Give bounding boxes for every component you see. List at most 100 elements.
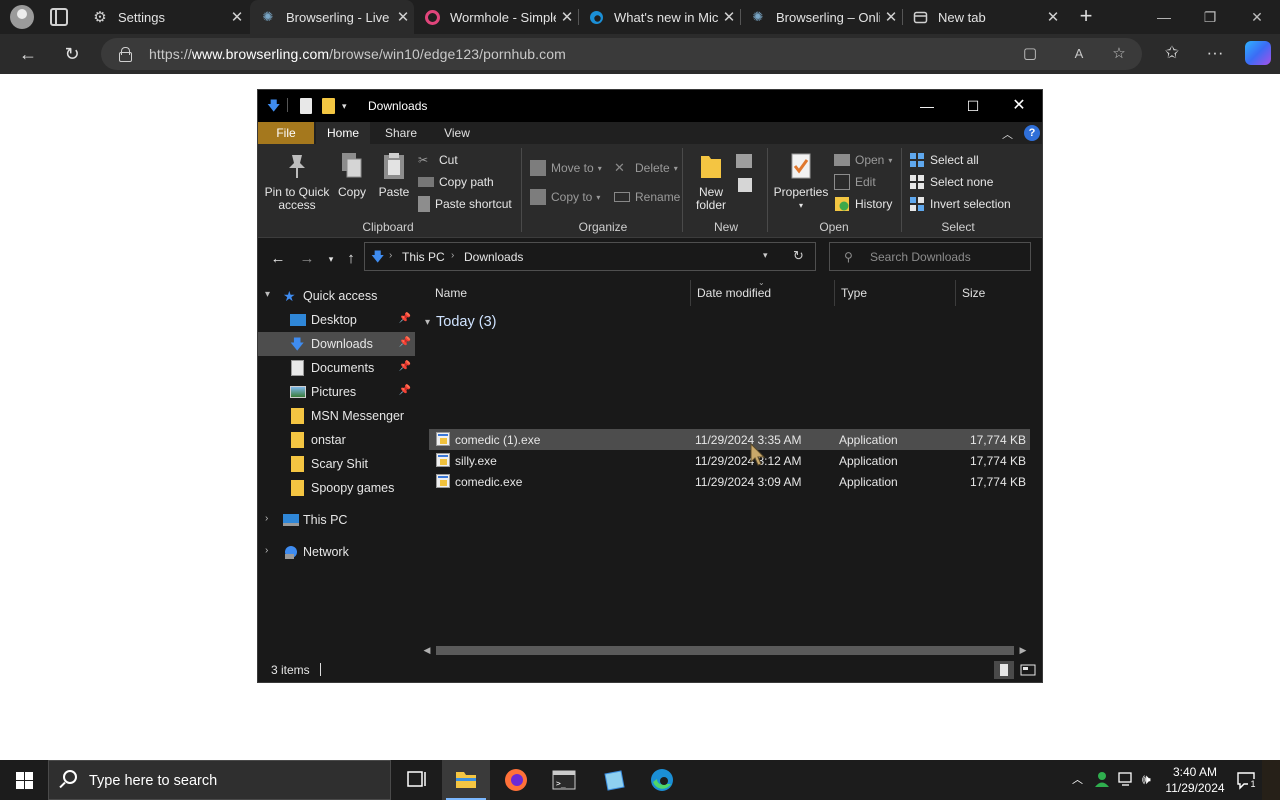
tab-actions-icon[interactable] [50, 8, 68, 26]
horizontal-scrollbar[interactable]: ◀ ▶ [419, 643, 1031, 657]
group-header-today[interactable]: ▾ Today (3) [425, 314, 496, 330]
path-dropdown-chevron-icon[interactable]: ▾ [763, 250, 768, 261]
scrollbar-thumb[interactable] [436, 646, 1014, 655]
show-hidden-icons-chevron-icon[interactable]: ︿ [1072, 771, 1083, 787]
close-icon[interactable]: ✕ [880, 8, 902, 26]
new-item-icon[interactable] [736, 154, 752, 168]
nav-folder-onstar[interactable]: onstar [258, 428, 415, 452]
minimize-button[interactable]: — [1141, 0, 1187, 34]
open-button[interactable]: Open ▾ [834, 150, 892, 170]
explorer-maximize-button[interactable]: ☐ [950, 90, 996, 122]
close-icon[interactable]: ✕ [392, 8, 414, 26]
refresh-icon[interactable]: ↻ [793, 248, 804, 264]
nav-folder-spoopy-games[interactable]: Spoopy games [258, 476, 415, 500]
delete-button[interactable]: ✕ Delete ▾ [614, 158, 678, 178]
close-window-button[interactable]: ✕ [1234, 0, 1280, 34]
scroll-right-arrow-icon[interactable]: ▶ [1017, 643, 1029, 657]
ribbon-tab-home[interactable]: Home [316, 122, 370, 144]
large-icons-view-icon[interactable] [1018, 661, 1038, 679]
invert-selection-button[interactable]: Invert selection [909, 194, 1011, 214]
url-text[interactable]: https://www.browserling.com/browse/win10… [149, 46, 566, 62]
collapse-ribbon-chevron-icon[interactable]: ︿ [1002, 126, 1013, 142]
nav-pictures[interactable]: Pictures 📌 [258, 380, 415, 404]
app-available-icon[interactable]: ▢ [1019, 44, 1041, 66]
paste-button[interactable]: Paste [376, 148, 412, 199]
collapsed-chevron-icon[interactable]: › [265, 513, 268, 524]
close-icon[interactable]: ✕ [718, 8, 740, 26]
refresh-button[interactable]: ↻ [60, 42, 84, 66]
nav-downloads[interactable]: 🡇 Downloads 📌 [258, 332, 415, 356]
move-to-button[interactable]: Move to ▾ [530, 158, 602, 178]
select-none-button[interactable]: Select none [909, 172, 993, 192]
ribbon-tab-file[interactable]: File [258, 122, 314, 144]
show-desktop-button[interactable] [1262, 760, 1280, 800]
select-all-button[interactable]: Select all [909, 150, 979, 170]
start-button[interactable] [0, 760, 48, 800]
network-status-icon[interactable] [1118, 771, 1136, 790]
path-segment-this-pc[interactable]: This PC [402, 250, 445, 264]
tab-browserling-live[interactable]: ✺ Browserling - Live ✕ [250, 0, 414, 34]
nav-forward-button[interactable]: → [297, 249, 317, 269]
tab-whats-new[interactable]: What's new in Micr ✕ [578, 0, 740, 34]
tab-new-tab[interactable]: New tab ✕ [902, 0, 1064, 34]
copilot-icon[interactable] [1245, 41, 1271, 65]
file-explorer-taskbar-button[interactable] [442, 760, 490, 800]
column-header-size[interactable]: Size [956, 280, 1032, 306]
column-header-type[interactable]: Type [835, 280, 955, 306]
edit-button[interactable]: Edit [834, 172, 876, 192]
explorer-close-button[interactable]: ✕ [996, 90, 1042, 122]
file-row[interactable]: comedic (1).exe 11/29/2024 3:35 AM Appli… [429, 429, 1030, 450]
volume-icon[interactable]: 🕪 [1142, 771, 1151, 788]
close-icon[interactable]: ✕ [1042, 8, 1064, 26]
properties-qa-icon[interactable] [300, 98, 312, 114]
paste-shortcut-button[interactable]: Paste shortcut [418, 194, 512, 214]
group-collapse-chevron-icon[interactable]: ▾ [425, 317, 430, 328]
customize-qa-chevron-icon[interactable]: ▾ [342, 98, 347, 114]
back-button[interactable]: ← [16, 42, 40, 66]
favorites-icon[interactable]: ✩ [1160, 41, 1184, 65]
nav-desktop[interactable]: Desktop 📌 [258, 308, 415, 332]
favorite-star-icon[interactable]: ☆ [1108, 44, 1130, 66]
close-icon[interactable]: ✕ [556, 8, 578, 26]
collapsed-chevron-icon[interactable]: › [265, 545, 268, 556]
address-bar[interactable]: https://www.browserling.com/browse/win10… [101, 38, 1142, 70]
terminal-taskbar-button[interactable]: >_ [540, 760, 588, 800]
profile-avatar-icon[interactable] [10, 5, 34, 29]
nav-documents[interactable]: Documents 📌 [258, 356, 415, 380]
file-row[interactable]: silly.exe 11/29/2024 3:12 AM Application… [429, 450, 1030, 471]
firefox-taskbar-button[interactable] [492, 760, 540, 800]
new-tab-button[interactable]: + [1074, 5, 1098, 29]
help-icon[interactable]: ? [1024, 125, 1040, 141]
user-account-icon[interactable] [1094, 771, 1110, 790]
pin-to-quick-access-button[interactable]: Pin to Quick access [264, 148, 330, 212]
ribbon-tab-view[interactable]: View [432, 122, 482, 144]
properties-button[interactable]: Properties ▾ [772, 148, 830, 212]
cut-button[interactable]: ✂ Cut [418, 150, 458, 170]
tab-wormhole[interactable]: Wormhole - Simple ✕ [414, 0, 578, 34]
expanded-chevron-icon[interactable]: ▾ [265, 289, 270, 300]
lock-icon[interactable] [119, 47, 132, 62]
tab-settings[interactable]: ⚙ Settings ✕ [82, 0, 248, 34]
path-segment-downloads[interactable]: Downloads [464, 250, 523, 264]
recent-locations-chevron-icon[interactable]: ▾ [321, 249, 341, 269]
notification-center-icon[interactable]: 1 [1236, 770, 1258, 790]
search-downloads-input[interactable]: ⚲ Search Downloads [829, 242, 1031, 271]
file-row[interactable]: comedic.exe 11/29/2024 3:09 AM Applicati… [429, 471, 1030, 492]
nav-this-pc[interactable]: › This PC [258, 508, 415, 532]
ribbon-tab-share[interactable]: Share [375, 122, 427, 144]
new-folder-qa-icon[interactable] [322, 98, 335, 114]
restore-button[interactable]: ❐ [1187, 0, 1233, 34]
rename-button[interactable]: Rename [614, 187, 680, 207]
nav-folder-scary[interactable]: Scary Shit [258, 452, 415, 476]
copy-button[interactable]: Copy [334, 148, 370, 199]
tab-browserling-online[interactable]: ✺ Browserling – Onli ✕ [740, 0, 902, 34]
nav-folder-msn-messenger[interactable]: MSN Messenger [258, 404, 415, 428]
scroll-left-arrow-icon[interactable]: ◀ [421, 643, 433, 657]
close-icon[interactable]: ✕ [226, 8, 248, 26]
more-options-icon[interactable]: ··· [1203, 41, 1227, 65]
nav-quick-access[interactable]: ▾ ★ Quick access [258, 284, 415, 308]
system-clock[interactable]: 3:40 AM 11/29/2024 [1158, 764, 1232, 796]
task-view-button[interactable] [392, 760, 440, 800]
copy-path-button[interactable]: Copy path [418, 172, 494, 192]
taskbar-search-input[interactable]: Type here to search [48, 760, 391, 800]
